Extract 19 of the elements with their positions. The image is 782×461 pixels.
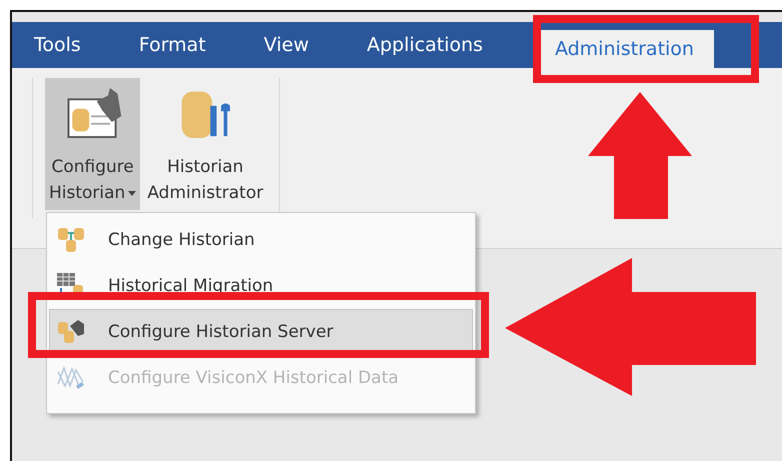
chart-icon [56, 364, 86, 392]
ribbon-button[interactable]: Configure Historian [45, 78, 140, 210]
button-label: Configure [51, 156, 134, 179]
ribbon-button[interactable]: Historian Administrator [143, 78, 268, 210]
menu-item[interactable]: Historical Migration [49, 263, 473, 309]
button-label: Administrator [147, 182, 264, 205]
ribbon-tab[interactable]: Tools [34, 22, 81, 68]
menu-item-label: Historical Migration [108, 276, 274, 296]
button-label: Historian [167, 156, 244, 179]
menu-item[interactable]: Change Historian [49, 217, 473, 263]
database-pointer-icon [56, 318, 86, 346]
ribbon-tab[interactable]: View [264, 22, 309, 68]
menu-item-label: Configure Historian Server [108, 322, 334, 342]
button-label: Historian [49, 182, 126, 205]
ribbon-tab[interactable]: Applications [366, 22, 483, 68]
databases-icon [56, 226, 86, 254]
menu-item-label: Configure VisiconX Historical Data [108, 368, 399, 388]
menu-item-label: Change Historian [108, 230, 255, 250]
ribbon-tab[interactable]: Format [138, 22, 206, 68]
